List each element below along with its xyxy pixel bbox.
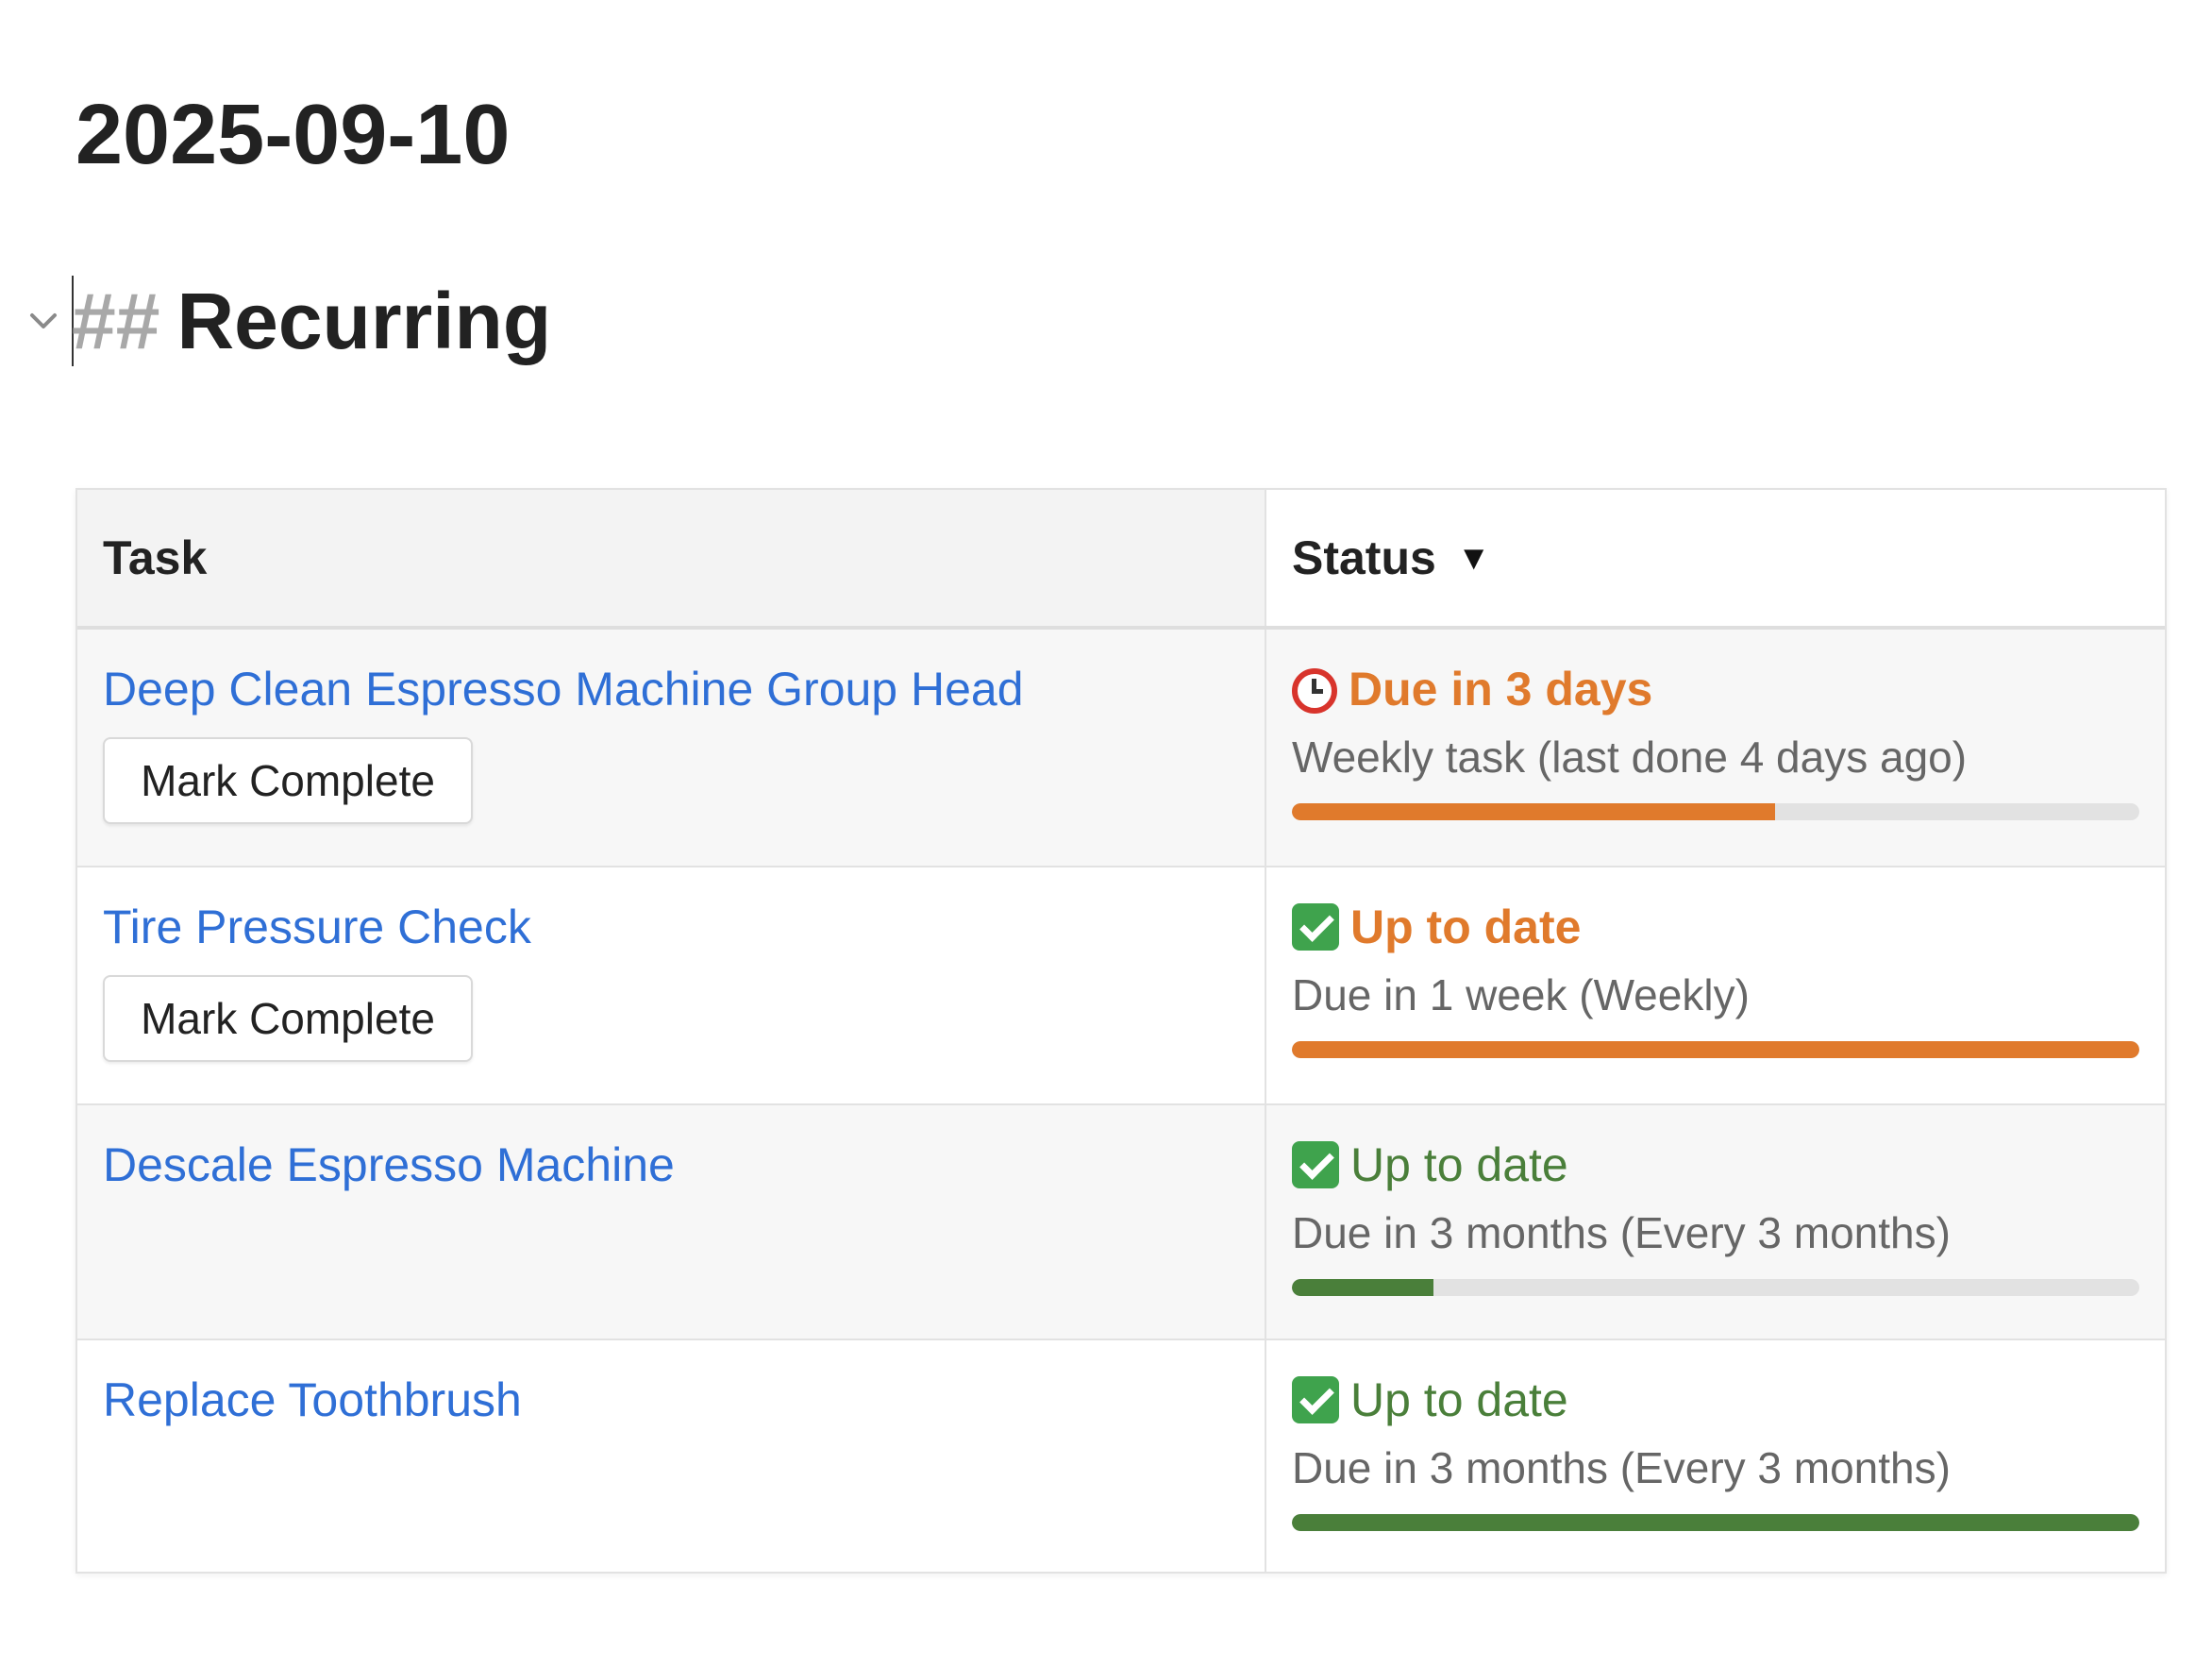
alarm-clock-icon: [1292, 668, 1337, 714]
status-cell: Up to date Due in 1 week (Weekly): [1265, 867, 2165, 1105]
status-label: Due in 3 days: [1349, 663, 1653, 716]
progress-bar: [1292, 1041, 2139, 1058]
column-header-task[interactable]: Task: [77, 490, 1266, 630]
status-line: Due in 3 days: [1292, 660, 2139, 718]
status-label: Up to date: [1350, 1373, 1568, 1426]
sort-descending-icon[interactable]: ▼: [1457, 538, 1491, 578]
progress-fill: [1292, 1279, 1433, 1296]
progress-fill: [1292, 803, 1775, 820]
progress-bar: [1292, 803, 2139, 820]
status-detail: Weekly task (last done 4 days ago): [1292, 732, 1968, 782]
status-cell: Up to date Due in 3 months (Every 3 month…: [1265, 1104, 2165, 1340]
progress-fill: [1292, 1514, 2139, 1531]
progress-fill: [1292, 1041, 2139, 1058]
status-cell: Up to date Due in 3 months (Every 3 month…: [1265, 1339, 2165, 1572]
status-label: Up to date: [1350, 901, 1582, 953]
status-detail: Due in 3 months (Every 3 months): [1292, 1208, 1951, 1257]
table-header-row: Task Status ▼: [77, 490, 2165, 630]
task-link[interactable]: Tire Pressure Check: [103, 898, 531, 956]
section-heading[interactable]: ## Recurring: [72, 274, 551, 368]
status-cell: Due in 3 days Weekly task (last done 4 da…: [1265, 628, 2165, 867]
task-link[interactable]: Deep Clean Espresso Machine Group Head: [103, 660, 1024, 718]
task-cell: Tire Pressure Check Mark Complete: [77, 867, 1266, 1105]
chevron-down-icon[interactable]: [25, 302, 62, 340]
status-detail: Due in 3 months (Every 3 months): [1292, 1443, 1951, 1492]
page-title: 2025-09-10: [75, 88, 511, 182]
check-icon: [1292, 1141, 1339, 1188]
mark-complete-button[interactable]: Mark Complete: [103, 975, 473, 1062]
check-icon: [1292, 1376, 1339, 1423]
table-row: Descale Espresso Machine Up to date Due in…: [77, 1104, 2165, 1340]
check-icon: [1292, 903, 1339, 951]
table-row: Deep Clean Espresso Machine Group Head Ma…: [77, 628, 2165, 867]
task-link[interactable]: Descale Espresso Machine: [103, 1136, 675, 1194]
column-header-status-label: Status: [1292, 531, 1436, 584]
status-line: Up to date: [1292, 1136, 2139, 1194]
progress-bar: [1292, 1514, 2139, 1531]
heading-label: Recurring: [176, 277, 552, 365]
mark-complete-button[interactable]: Mark Complete: [103, 737, 473, 824]
column-header-status[interactable]: Status ▼: [1265, 490, 2165, 630]
table-row: Tire Pressure Check Mark Complete Up to da…: [77, 867, 2165, 1105]
task-link[interactable]: Replace Toothbrush: [103, 1371, 522, 1429]
column-header-task-label: Task: [103, 531, 208, 584]
progress-bar: [1292, 1279, 2139, 1296]
task-cell: Deep Clean Espresso Machine Group Head Ma…: [77, 628, 1266, 867]
status-label: Up to date: [1350, 1138, 1568, 1191]
task-cell: Replace Toothbrush: [77, 1339, 1266, 1572]
table-row: Replace Toothbrush Up to date Due in 3 mon…: [77, 1339, 2165, 1572]
status-detail: Due in 1 week (Weekly): [1292, 970, 1750, 1019]
task-cell: Descale Espresso Machine: [77, 1104, 1266, 1340]
status-line: Up to date: [1292, 1371, 2139, 1429]
recurring-section-heading: ## Recurring: [0, 274, 1132, 378]
recurring-tasks-table: Task Status ▼ Deep Clean Espresso Machin…: [75, 488, 2167, 1574]
status-line: Up to date: [1292, 898, 2139, 956]
heading-marker: ##: [72, 277, 160, 365]
